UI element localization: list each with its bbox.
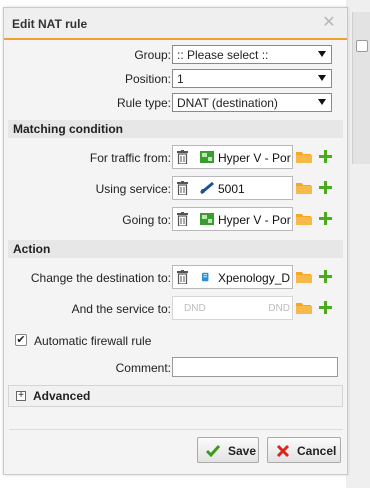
cancel-button[interactable]: Cancel xyxy=(267,437,341,463)
host-icon xyxy=(202,272,209,282)
rule-type-select-value: DNAT (destination) xyxy=(177,96,278,110)
network-icon xyxy=(200,213,214,225)
background-checkbox[interactable] xyxy=(356,40,368,52)
change-destination-field[interactable]: Xpenology_D xyxy=(172,265,293,289)
trash-icon[interactable] xyxy=(177,150,188,164)
traffic-from-value: Hyper V - Por xyxy=(218,151,291,165)
going-to-value: Hyper V - Por xyxy=(218,213,291,227)
dialog-title: Edit NAT rule xyxy=(12,17,88,31)
cancel-button-label: Cancel xyxy=(297,444,337,458)
traffic-from-row: For traffic from: Hyper V - Por xyxy=(8,142,343,173)
plus-icon[interactable] xyxy=(319,181,332,194)
chevron-down-icon xyxy=(318,99,326,105)
automatic-firewall-checkbox[interactable]: ✔ xyxy=(15,334,27,346)
background-panel xyxy=(346,0,370,488)
close-icon[interactable]: ✕ xyxy=(319,13,339,33)
automatic-firewall-row: ✔ Automatic firewall rule xyxy=(8,330,343,352)
plus-icon[interactable] xyxy=(319,212,332,225)
matching-condition-heading: Matching condition xyxy=(8,120,343,138)
change-destination-label: Change the destination to: xyxy=(30,271,171,285)
footer-divider xyxy=(9,429,343,430)
network-icon xyxy=(200,151,214,163)
and-service-placeholder-right: DND xyxy=(268,303,290,314)
using-service-label: Using service: xyxy=(95,182,171,196)
advanced-label[interactable]: Advanced xyxy=(33,389,90,403)
dialog-content: Group: :: Please select :: Position: 1 R… xyxy=(8,43,343,407)
trash-icon[interactable] xyxy=(177,270,188,284)
action-heading: Action xyxy=(8,240,343,258)
group-label: Group: xyxy=(134,48,171,62)
folder-icon[interactable] xyxy=(296,271,312,283)
position-label: Position: xyxy=(124,72,171,86)
plus-icon[interactable] xyxy=(319,270,332,283)
folder-icon[interactable] xyxy=(296,151,312,163)
group-select-value: :: Please select :: xyxy=(177,48,269,62)
checkmark-icon xyxy=(206,445,220,458)
background-column xyxy=(352,12,370,164)
and-service-row: And the service to: DND DND xyxy=(8,293,343,324)
chevron-down-icon xyxy=(318,51,326,57)
service-icon xyxy=(200,182,214,194)
save-button[interactable]: Save xyxy=(197,437,259,463)
group-select[interactable]: :: Please select :: xyxy=(172,45,332,64)
folder-icon[interactable] xyxy=(296,302,312,314)
and-service-label: And the service to: xyxy=(71,302,171,316)
dialog-titlebar: Edit NAT rule ✕ xyxy=(4,8,347,40)
change-destination-value: Xpenology_D xyxy=(218,271,291,285)
trash-icon[interactable] xyxy=(177,181,188,195)
position-select[interactable]: 1 xyxy=(172,69,332,88)
trash-icon[interactable] xyxy=(177,212,188,226)
folder-icon[interactable] xyxy=(296,182,312,194)
plus-icon[interactable] xyxy=(319,150,332,163)
and-service-field[interactable]: DND DND xyxy=(172,296,293,320)
group-row: Group: :: Please select :: xyxy=(8,43,343,67)
traffic-from-label: For traffic from: xyxy=(89,151,171,165)
going-to-row: Going to: Hyper V - Por xyxy=(8,204,343,235)
going-to-field[interactable]: Hyper V - Por xyxy=(172,207,293,231)
folder-icon[interactable] xyxy=(296,213,312,225)
using-service-value: 5001 xyxy=(218,182,245,196)
and-service-placeholder-left: DND xyxy=(184,303,206,314)
position-select-value: 1 xyxy=(177,72,184,86)
automatic-firewall-label[interactable]: Automatic firewall rule xyxy=(34,334,151,348)
rule-type-row: Rule type: DNAT (destination) xyxy=(8,91,343,115)
using-service-field[interactable]: 5001 xyxy=(172,176,293,200)
comment-label: Comment: xyxy=(115,361,171,375)
comment-input[interactable] xyxy=(172,357,338,377)
going-to-label: Going to: xyxy=(122,213,171,227)
position-row: Position: 1 xyxy=(8,67,343,91)
advanced-section[interactable]: + Advanced xyxy=(8,385,343,407)
expand-icon[interactable]: + xyxy=(16,391,26,401)
cross-icon xyxy=(276,444,290,458)
save-button-label: Save xyxy=(228,444,257,458)
plus-icon[interactable] xyxy=(319,301,332,314)
rule-type-select[interactable]: DNAT (destination) xyxy=(172,93,332,112)
comment-row: Comment: xyxy=(8,356,343,380)
change-destination-row: Change the destination to: Xpenology_D xyxy=(8,262,343,293)
using-service-row: Using service: 5001 xyxy=(8,173,343,204)
traffic-from-field[interactable]: Hyper V - Por xyxy=(172,145,293,169)
rule-type-label: Rule type: xyxy=(116,96,171,110)
chevron-down-icon xyxy=(318,75,326,81)
